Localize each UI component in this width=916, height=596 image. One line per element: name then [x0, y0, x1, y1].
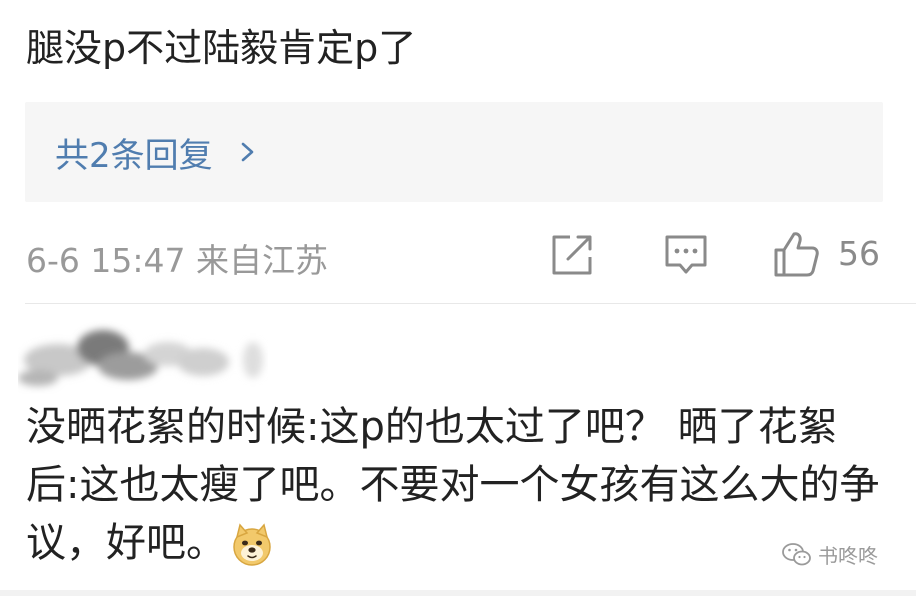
comment-text: 没晒花絮的时候:这p的也太过了吧？ 晒了花絮后:这也太瘦了吧。不要对一个女孩有这…: [26, 398, 886, 572]
replies-panel[interactable]: 共2条回复: [25, 102, 883, 202]
wechat-icon: [782, 542, 811, 565]
timestamp-location: 6-6 15:47 来自江苏: [26, 241, 328, 280]
comment-text: 腿没p不过陆毅肯定p了: [26, 26, 417, 70]
comment-meta-row: 6-6 15:47 来自江苏 56: [26, 228, 886, 284]
comment-icon[interactable]: [662, 228, 710, 280]
blurred-avatar: [18, 330, 263, 386]
share-icon[interactable]: [548, 228, 596, 280]
like-count: 56: [838, 234, 880, 273]
doge-emoji-icon: [233, 523, 271, 566]
divider: [25, 303, 916, 304]
chevron-right-icon: [241, 142, 253, 162]
comment-body: 没晒花絮的时候:这p的也太过了吧？ 晒了花絮后:这也太瘦了吧。不要对一个女孩有这…: [26, 404, 880, 566]
replies-label: 共2条回复: [55, 135, 213, 176]
watermark-text: 书咚咚: [818, 544, 878, 568]
bottom-separator: [0, 590, 916, 596]
thumbs-up-icon[interactable]: [772, 228, 820, 280]
watermark: 书咚咚: [782, 540, 878, 569]
view-replies-link[interactable]: 共2条回复: [55, 128, 259, 177]
